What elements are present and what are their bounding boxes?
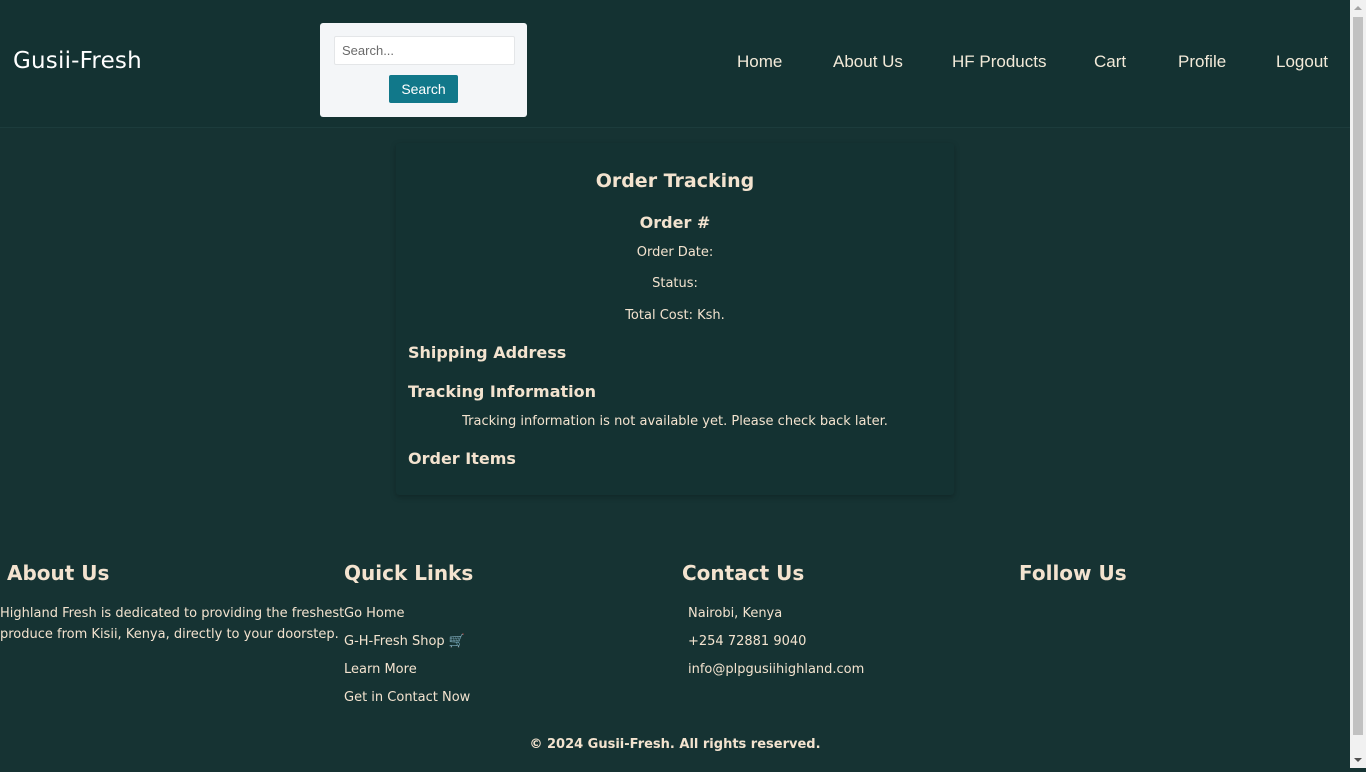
- nav-hf-products[interactable]: HF Products: [952, 52, 1046, 72]
- shipping-address-heading: Shipping Address: [408, 343, 567, 362]
- nav-profile[interactable]: Profile: [1178, 52, 1226, 72]
- footer-contact-heading: Contact Us: [682, 561, 805, 585]
- footer-about-heading: About Us: [7, 561, 110, 585]
- scroll-up-arrow-icon[interactable]: [1350, 0, 1366, 16]
- nav-logout[interactable]: Logout: [1276, 52, 1328, 72]
- nav-cart[interactable]: Cart: [1094, 52, 1126, 72]
- page: Gusii-Fresh Search Home About Us HF Prod…: [0, 0, 1350, 768]
- tracking-message: Tracking information is not available ye…: [462, 414, 888, 429]
- brand-logo-text[interactable]: Gusii-Fresh: [13, 48, 142, 74]
- order-status: Status:: [652, 276, 698, 291]
- footer-about-line1: Highland Fresh is dedicated to providing…: [0, 606, 345, 621]
- order-number: Order #: [639, 213, 711, 232]
- footer-contact-location: Nairobi, Kenya: [688, 606, 783, 621]
- nav-home[interactable]: Home: [737, 52, 782, 72]
- footer-contact-phone: +254 72881 9040: [688, 634, 807, 649]
- footer-quick-links-heading: Quick Links: [344, 561, 474, 585]
- site-header: Gusii-Fresh Search Home About Us HF Prod…: [0, 0, 1350, 128]
- search-form: Search: [320, 23, 527, 117]
- footer-about-line2: produce from Kisii, Kenya, directly to y…: [0, 627, 339, 642]
- footer-contact-email: info@plpgusiihighland.com: [688, 662, 865, 677]
- page-title: Order Tracking: [595, 170, 755, 192]
- nav-about-us[interactable]: About Us: [833, 52, 903, 72]
- footer-link-go-home[interactable]: Go Home: [344, 606, 405, 621]
- search-button[interactable]: Search: [389, 75, 458, 103]
- footer-copyright: © 2024 Gusii-Fresh. All rights reserved.: [529, 737, 821, 752]
- order-tracking-card: Order Tracking Order # Order Date: Statu…: [396, 143, 954, 495]
- order-total-cost: Total Cost: Ksh.: [625, 308, 725, 323]
- footer-link-learn-more[interactable]: Learn More: [344, 662, 417, 677]
- footer-link-shop[interactable]: G-H-Fresh Shop 🛒: [344, 634, 465, 649]
- order-date: Order Date:: [636, 245, 714, 260]
- footer-link-contact[interactable]: Get in Contact Now: [344, 690, 470, 705]
- scrollbar-thumb[interactable]: [1353, 17, 1363, 735]
- footer-follow-heading: Follow Us: [1019, 561, 1127, 585]
- tracking-information-heading: Tracking Information: [408, 382, 597, 401]
- scroll-down-arrow-icon[interactable]: [1350, 752, 1366, 768]
- page-scrollbar[interactable]: [1350, 0, 1366, 768]
- order-items-heading: Order Items: [408, 449, 516, 468]
- search-input[interactable]: [334, 36, 515, 65]
